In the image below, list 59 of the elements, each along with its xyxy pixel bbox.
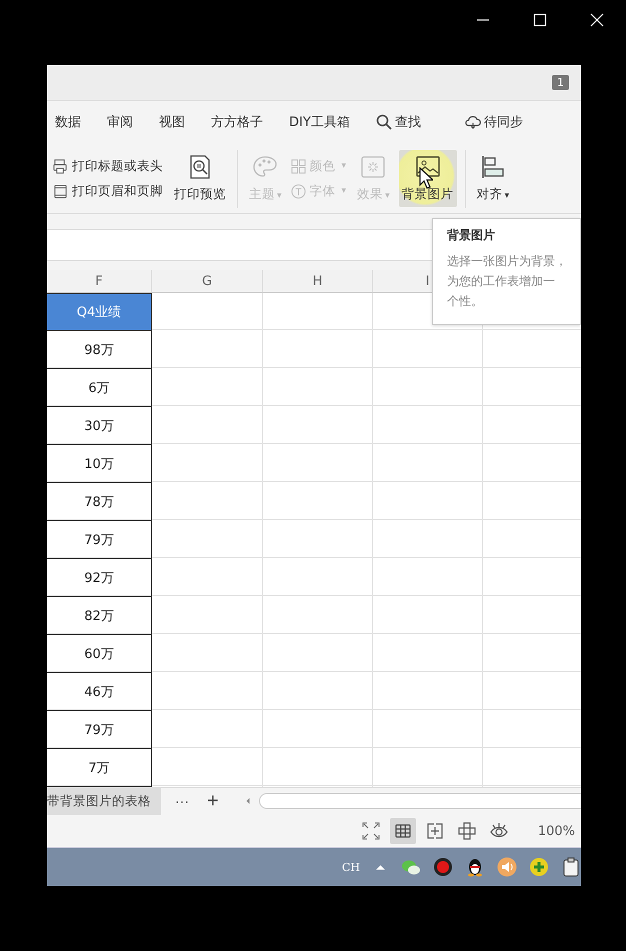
tooltip-title: 背景图片 <box>447 227 495 244</box>
sheet-tab[interactable]: 带背景图片的表格 <box>47 788 161 815</box>
menu-tab[interactable]: 数据 <box>55 113 81 132</box>
font-icon <box>290 184 306 199</box>
table-cell: 92万 <box>47 559 152 598</box>
table-cell: 98万 <box>47 331 152 370</box>
tooltip-text: 个性。 <box>447 293 483 310</box>
table-cell: 46万 <box>47 673 152 712</box>
color-grid-icon <box>290 158 306 174</box>
header-footer-button[interactable]: 打印页眉和页脚 <box>53 182 163 200</box>
mouse-cursor-icon <box>418 167 433 190</box>
column-header[interactable]: F <box>47 270 152 292</box>
table-cell: 79万 <box>47 711 152 750</box>
horizontal-scrollbar[interactable] <box>258 793 581 810</box>
sync-button[interactable]: 待同步 <box>464 113 523 132</box>
tooltip-text: 选择一张图片为背景， <box>447 253 567 270</box>
close-icon[interactable] <box>590 13 604 27</box>
effects-icon <box>360 154 386 180</box>
table-cell: 82万 <box>47 597 152 636</box>
print-preview-button[interactable]: 打印预览 <box>171 150 229 208</box>
background-picture-button[interactable]: 背景图片 <box>398 150 457 208</box>
plus-icon[interactable] <box>529 857 549 878</box>
grid-icon <box>394 822 412 840</box>
table-header-cell: Q4业绩 <box>47 293 152 332</box>
table-cell: 78万 <box>47 483 152 522</box>
table-cell: 6万 <box>47 369 152 408</box>
more-sheets-button[interactable]: ··· <box>171 793 193 810</box>
page-badge: 1 <box>552 74 569 90</box>
pagebreak-icon <box>426 822 444 840</box>
align-button[interactable]: 对齐 ▾ <box>474 150 512 208</box>
search-button[interactable]: 查找 <box>376 113 421 132</box>
speaker-icon[interactable] <box>497 857 517 878</box>
table-cell: 60万 <box>47 635 152 674</box>
menu-tab[interactable]: 方方格子 <box>211 113 263 132</box>
clipboard-icon[interactable] <box>561 857 581 878</box>
maximize-icon[interactable] <box>533 13 547 27</box>
menu-tab[interactable]: DIY工具箱 <box>289 113 350 132</box>
column-header[interactable]: H <box>263 270 373 292</box>
table-cell: 30万 <box>47 407 152 446</box>
penguin-icon[interactable] <box>465 857 485 878</box>
search-icon <box>376 114 392 130</box>
column-header[interactable]: G <box>152 270 263 292</box>
table-cell: 79万 <box>47 521 152 560</box>
print-titles-button[interactable]: 打印标题或表头 <box>53 158 163 175</box>
grid-view-button[interactable] <box>390 818 416 844</box>
record-icon[interactable] <box>433 857 453 878</box>
zoom-level[interactable]: 100% <box>538 824 581 839</box>
menu-tab[interactable]: 视图 <box>159 113 185 132</box>
page-icon <box>53 184 68 199</box>
align-icon <box>480 154 506 180</box>
tray-expand-icon[interactable] <box>376 864 385 870</box>
fullscreen-icon <box>362 822 380 840</box>
scroll-left-icon[interactable] <box>244 797 251 806</box>
add-sheet-button[interactable]: + <box>203 791 223 812</box>
table-cell: 10万 <box>47 445 152 484</box>
cloud-icon <box>464 114 481 130</box>
printer-icon <box>53 158 68 174</box>
menu-tab[interactable]: 审阅 <box>107 113 133 132</box>
layout-icon <box>458 822 476 840</box>
